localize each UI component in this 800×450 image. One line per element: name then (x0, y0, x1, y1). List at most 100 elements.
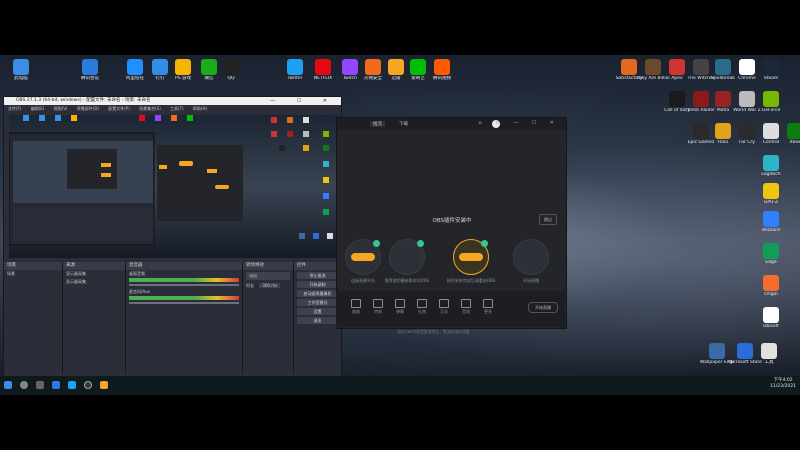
desktop-icon[interactable]: GeForce (754, 91, 788, 113)
mixer-title: 混音器 (126, 262, 242, 270)
task-view-icon[interactable] (36, 381, 44, 389)
menu-help[interactable]: 帮助(H) (193, 106, 207, 111)
desktop-icon[interactable]: Ubisoft (754, 307, 788, 329)
sources-panel[interactable]: 来源 显示器采集 显示器采集 (63, 262, 126, 374)
app-icon (645, 59, 661, 75)
desktop-icon[interactable]: 腾讯会议 (73, 59, 107, 81)
transitions-panel[interactable]: 转场特效 淡出 时长 300 ms (243, 262, 294, 374)
stream-tool-button[interactable]: 特效 (368, 299, 388, 315)
stream-tool-button[interactable]: 音效 (456, 299, 476, 315)
stream-tool-button[interactable]: 更多 (478, 299, 498, 315)
transition-select[interactable]: 淡出 (246, 272, 290, 280)
stream-tool-button[interactable]: 美颜 (346, 299, 366, 315)
menu-docks[interactable]: 停靠部件(D) (77, 106, 99, 111)
aliwangwang-icon (127, 59, 143, 75)
system-clock[interactable]: 下午4:02 11/23/2021 (770, 378, 796, 390)
browser-icon[interactable] (68, 381, 76, 389)
desktop-icon[interactable]: Logitech (754, 155, 788, 177)
mixer-track-label: 麦克风/Aux (129, 289, 150, 294)
desktop-icon-label: 腾讯视频 (433, 76, 451, 81)
explorer-icon[interactable] (52, 381, 60, 389)
tool-icon (417, 299, 427, 308)
netflix-icon (315, 59, 331, 75)
scenes-panel[interactable]: 场景 场景 (4, 262, 63, 374)
app-icon (739, 91, 755, 107)
desktop-icon[interactable]: Blizzard (754, 211, 788, 233)
tool-label: 音效 (462, 309, 470, 314)
app-icon (763, 91, 779, 107)
exit-button[interactable]: 退出 (297, 317, 338, 324)
mixer-panel[interactable]: 混音器 桌面音频 麦克风/Aux (126, 262, 243, 374)
duration-input[interactable]: 300 ms (259, 283, 281, 288)
search-icon[interactable] (20, 381, 28, 389)
tool-icon (461, 299, 471, 308)
twitter-icon (287, 59, 303, 75)
clock-date: 11/23/2021 (770, 384, 796, 389)
desktop-icon-label: 腾讯会议 (81, 76, 99, 81)
step-connect: 连接直播平台 (345, 239, 381, 283)
start-live-button[interactable]: 开始直播 (528, 302, 558, 313)
settings-button[interactable]: 设置 (297, 308, 338, 315)
app-icon (763, 243, 779, 259)
desktop-icon[interactable]: 工具 (752, 343, 786, 365)
menu-view[interactable]: 视图(V) (54, 106, 68, 111)
app-icon (763, 211, 779, 227)
source-item[interactable]: 显示器采集 (63, 278, 125, 286)
app-icon (739, 59, 755, 75)
stream-titlebar[interactable]: 推流 下载 ⌂ ⚙ — ☐ ✕ (337, 118, 566, 130)
app-icon (737, 343, 753, 359)
volume-slider[interactable] (129, 284, 239, 286)
stream-note: 请在OBS中配置推流地址，推流码请勿泄露 (397, 329, 470, 334)
step-done-dot (373, 240, 380, 247)
desktop-icon[interactable]: Xbox (778, 123, 800, 145)
obs-window[interactable]: OBS 27.1.3 (64-bit, windows) - 配置文件: 未命名… (3, 96, 343, 390)
menu-edit[interactable]: 编辑(E) (31, 106, 45, 111)
desktop-icon[interactable]: Edge (754, 243, 788, 265)
tool-label: 互动 (440, 309, 448, 314)
tab-stream[interactable]: 推流 (370, 121, 385, 127)
scene-item[interactable]: 场景 (4, 270, 62, 278)
desktop-icon[interactable]: GPU-Z (754, 183, 788, 205)
step-done-dot (481, 240, 488, 247)
minimize-button[interactable]: — (270, 98, 285, 104)
skip-button[interactable]: 跳过 (539, 214, 557, 225)
stream-app-taskbar-icon[interactable] (100, 381, 108, 389)
app-icon (621, 59, 637, 75)
menu-file[interactable]: 文件(F) (8, 106, 21, 111)
obs-titlebar[interactable]: OBS 27.1.3 (64-bit, windows) - 配置文件: 未命名… (4, 97, 341, 105)
desktop-icon[interactable]: Steam (754, 59, 788, 81)
stream-tool-button[interactable]: 礼物 (412, 299, 432, 315)
menu-profile[interactable]: 配置文件(P) (108, 106, 130, 111)
start-icon[interactable] (4, 381, 12, 389)
obs-preview[interactable] (8, 115, 343, 258)
volume-meter (129, 296, 239, 300)
obs-taskbar-icon[interactable] (84, 381, 92, 389)
source-item[interactable]: 显示器采集 (63, 270, 125, 278)
menu-scene-collection[interactable]: 场景集合(S) (139, 106, 161, 111)
maximize-button[interactable]: ☐ (297, 98, 311, 104)
studio-mode-button[interactable]: 工作室模式 (297, 299, 338, 306)
app-icon (787, 123, 800, 139)
window-controls[interactable]: — ☐ ✕ (270, 97, 337, 105)
menu-tools[interactable]: 工具(T) (170, 106, 184, 111)
step-progress-pill (351, 253, 375, 261)
desktop-icon[interactable]: QQ (214, 59, 248, 81)
stream-tool-button[interactable]: 互动 (434, 299, 454, 315)
app-icon (709, 343, 725, 359)
virtual-camera-button[interactable]: 启动虚拟摄像机 (297, 290, 338, 297)
close-button[interactable]: ✕ (323, 98, 337, 104)
desktop-icon-label: Logitech (761, 172, 781, 177)
tool-icon (373, 299, 383, 308)
tab-download[interactable]: 下载 (399, 121, 408, 127)
volume-slider[interactable] (129, 302, 239, 304)
desktop-icon[interactable]: 腾讯视频 (425, 59, 459, 81)
stream-tool-button[interactable]: 弹幕 (390, 299, 410, 315)
desktop-icon[interactable]: 此电脑 (4, 59, 38, 81)
obs-menubar: 文件(F) 编辑(E) 视图(V) 停靠部件(D) 配置文件(P) 场景集合(S… (4, 105, 341, 112)
desktop-icon[interactable]: Origin (754, 275, 788, 297)
step-caption: 推荐使用最新版本的OBS (384, 278, 430, 283)
app-icon (763, 307, 779, 323)
window-controls[interactable]: ⌂ ⚙ — ☐ ✕ (478, 120, 560, 126)
app-icon (669, 59, 685, 75)
obs-docks: 场景 场景 来源 显示器采集 显示器采集 混音器 桌面音频 麦克风/Aux 转场… (4, 262, 342, 374)
